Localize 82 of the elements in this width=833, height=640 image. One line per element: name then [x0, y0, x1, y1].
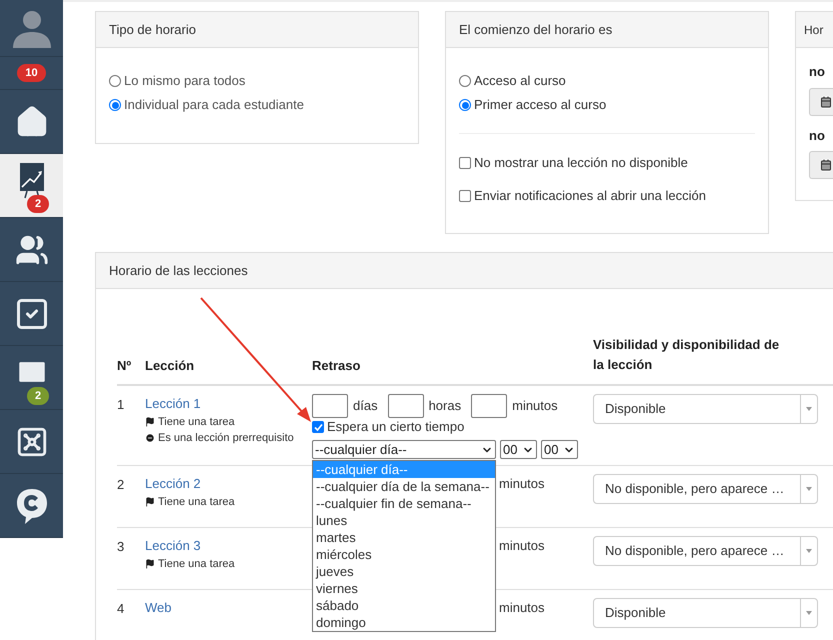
panel-title: Hor [804, 22, 824, 38]
sidebar-item[interactable]: 10 [0, 57, 63, 90]
visibility-select[interactable]: No disponible, pero aparece … [593, 536, 818, 566]
caret-icon [806, 549, 812, 553]
lesson-note: Tiene una tarea [158, 556, 235, 572]
flag-icon [145, 416, 155, 427]
radio-label: Primer acceso al curso [474, 96, 606, 114]
lesson-note: Tiene una tarea [158, 494, 235, 510]
radio-label: Lo mismo para todos [124, 72, 246, 90]
number-field[interactable] [388, 394, 424, 418]
dropdown-option[interactable]: --cualquier fin de semana-- [313, 495, 495, 512]
checkbox-label: Enviar notificaciones al abrir una lección [474, 187, 706, 206]
dropdown-option[interactable]: jueves [313, 563, 495, 580]
sidebar-item[interactable] [0, 474, 63, 538]
panel-title: El comienzo del horario es [459, 20, 612, 39]
dropdown-option[interactable]: --cualquier día de la semana-- [313, 478, 495, 495]
sidebar-item[interactable] [0, 218, 63, 282]
column-header: Nº [117, 356, 132, 374]
lesson-link[interactable]: Web [145, 598, 172, 618]
column-header: Lección [145, 356, 196, 374]
day-select[interactable]: --cualquier día-- [312, 440, 496, 459]
column-header: Visibilidad y disponibilidad de la lección [593, 336, 780, 374]
radio-label: Individual para cada estudiante [124, 96, 304, 114]
field-label: no [809, 63, 826, 81]
unit-label: horas [428, 397, 462, 416]
checkbox-label: No mostrar una lección no disponible [474, 154, 688, 172]
lesson-link[interactable]: Lección 1 [145, 394, 201, 414]
radio-label: Acceso al curso [474, 72, 566, 90]
chat-icon[interactable] [14, 486, 48, 524]
radio-button[interactable] [109, 99, 121, 111]
calendar-icon [820, 159, 832, 171]
count-badge: 2 [27, 195, 50, 213]
checkbox[interactable] [459, 157, 471, 169]
count-badge: 10 [17, 64, 46, 82]
radio-button[interactable] [109, 75, 121, 87]
sidebar-item[interactable] [0, 90, 63, 154]
visibility-select[interactable]: Disponible [593, 598, 818, 628]
dropdown-option[interactable]: martes [313, 529, 495, 546]
sidebar-item[interactable]: 2 [0, 154, 63, 218]
caret-icon [806, 407, 812, 411]
caret-icon [806, 487, 812, 491]
unit-label: minutos [499, 599, 545, 617]
minute-select[interactable]: 00 [541, 440, 578, 459]
row-number: 4 [117, 600, 126, 618]
number-field[interactable] [312, 394, 348, 418]
dropdown-option[interactable]: domingo [313, 614, 495, 631]
dropdown-option[interactable]: lunes [313, 512, 495, 529]
radio-button[interactable] [459, 75, 471, 87]
radio-button[interactable] [459, 99, 471, 111]
count-badge: 2 [27, 387, 50, 405]
flag-icon [145, 496, 155, 507]
number-field[interactable] [471, 394, 508, 418]
lesson-note: Es una lección prerrequisito [158, 431, 294, 446]
checkbox[interactable] [459, 190, 471, 202]
hour-select[interactable]: 00 [500, 440, 537, 459]
unit-label: minutos [499, 475, 545, 493]
panel-title: Horario de las lecciones [109, 262, 248, 280]
field-label: no [809, 126, 826, 144]
flag-icon [145, 558, 155, 569]
dropdown-option[interactable]: sábado [313, 597, 495, 614]
sidebar-item[interactable] [0, 410, 63, 474]
minus-circle-icon [145, 433, 155, 444]
dropdown-option[interactable]: viernes [313, 580, 495, 597]
sidebar-item[interactable] [0, 282, 63, 346]
visibility-select[interactable]: Disponible [593, 394, 818, 424]
panel-title: Tipo de horario [109, 20, 196, 39]
calendar-icon [820, 96, 832, 108]
unit-label: minutos [499, 537, 545, 555]
unit-label: días [353, 397, 378, 416]
caret-icon [806, 611, 812, 615]
lesson-link[interactable]: Lección 3 [145, 536, 201, 556]
dropdown-option[interactable]: miércoles [313, 546, 495, 563]
unit-label: minutos [512, 397, 558, 416]
checkbox[interactable] [312, 421, 324, 433]
row-number: 2 [117, 476, 126, 494]
row-number: 3 [117, 538, 126, 556]
visibility-select[interactable]: No disponible, pero aparece … [593, 474, 818, 504]
column-header: Retraso [312, 356, 362, 374]
lesson-note: Tiene una tarea [158, 414, 235, 430]
lesson-link[interactable]: Lección 2 [145, 474, 201, 494]
row-number: 1 [117, 396, 126, 414]
checkbox-label: Espera un cierto tiempo [327, 419, 464, 435]
